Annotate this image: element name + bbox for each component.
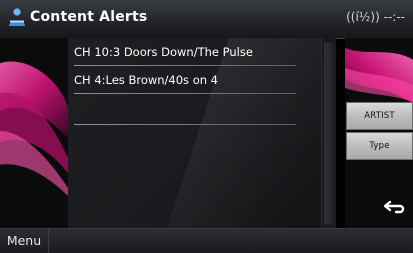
list-item[interactable]: CH 4:Les Brown/40s on 4 <box>74 68 296 94</box>
scrollbar[interactable] <box>321 38 336 228</box>
divider <box>74 65 296 66</box>
person-alert-icon <box>9 8 25 26</box>
alerts-list: CH 10:3 Doors Down/The Pulse CH 4:Les Br… <box>68 38 336 228</box>
type-button-label: Type <box>369 141 390 151</box>
menu-button[interactable]: Menu <box>0 229 49 253</box>
decorative-background-left <box>0 38 68 228</box>
list-item[interactable] <box>74 99 296 125</box>
back-button[interactable] <box>368 194 413 222</box>
artist-button[interactable]: ARTIST <box>346 102 413 130</box>
pink-swirl-left <box>0 61 68 196</box>
signal-icon: ((í½)) <box>346 10 380 24</box>
type-button[interactable]: Type <box>346 132 413 160</box>
panel-highlight <box>167 38 336 228</box>
scroll-thumb[interactable] <box>324 42 334 224</box>
list-item[interactable]: CH 10:3 Doors Down/The Pulse <box>74 40 296 66</box>
divider <box>74 93 296 94</box>
list-item-label: CH 4:Les Brown/40s on 4 <box>74 73 218 87</box>
signal-status-text: --:-- <box>383 10 405 24</box>
list-item-label: CH 10:3 Doors Down/The Pulse <box>74 45 253 59</box>
artist-button-label: ARTIST <box>364 111 395 121</box>
signal-status: ((í½)) --:-- <box>346 10 405 24</box>
page-title: Content Alerts <box>30 9 148 25</box>
footer-bar: Menu <box>0 228 413 253</box>
title-bar: Content Alerts ((í½)) --:-- <box>0 0 413 39</box>
back-arrow-icon <box>383 200 405 214</box>
divider <box>74 124 296 125</box>
